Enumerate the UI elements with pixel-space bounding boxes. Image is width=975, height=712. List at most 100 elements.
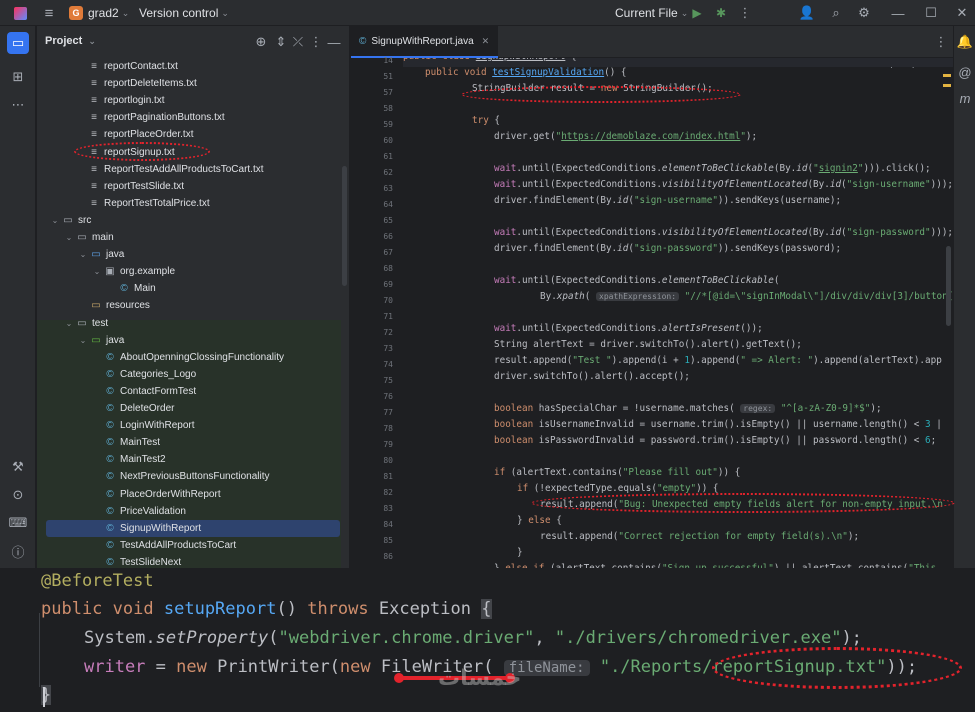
tree-item[interactable]: © PlaceOrderWithReport (91, 486, 220, 503)
chevron-down-icon: ⌄ (88, 36, 96, 46)
exception-type: Exception (378, 599, 471, 619)
editor-tab[interactable]: © SignupWithReport.java ✕ (351, 26, 498, 58)
expand-arrow-icon[interactable]: ⌄ (77, 250, 89, 259)
red-highlight-oval (712, 647, 962, 689)
editor-scrollbar[interactable] (946, 246, 951, 326)
services-tool-icon[interactable]: ⊙ (7, 484, 29, 506)
package-icon: ▣ (105, 266, 115, 278)
collapse-all-icon[interactable]: ⤫ (291, 34, 305, 49)
options-icon[interactable]: ⋮ (310, 34, 323, 49)
intellij-logo-icon[interactable] (12, 0, 28, 26)
maven-icon[interactable]: m (957, 90, 973, 106)
tree-item[interactable]: ≡ reportContact.txt (75, 58, 178, 75)
line-number: 79 (383, 440, 393, 449)
watermark: خمسات (438, 665, 522, 690)
tab-options-icon[interactable]: ⋮ (935, 34, 948, 49)
line-number: 84 (383, 520, 393, 529)
tree-item[interactable]: © NextPreviousButtonsFunctionality (91, 468, 269, 485)
tree-item[interactable]: © LoginWithReport (91, 417, 194, 434)
expand-arrow-icon[interactable]: ⌄ (77, 336, 89, 345)
tree-scrollbar[interactable] (342, 166, 347, 286)
class-icon: © (120, 283, 128, 295)
more-tools-icon[interactable]: ⋯ (7, 94, 29, 116)
tree-item[interactable]: © Main (105, 280, 155, 297)
expand-all-icon[interactable]: ⇕ (274, 34, 288, 49)
tree-item[interactable]: ⌄ ▣ org.example (91, 263, 175, 280)
expand-arrow-icon[interactable]: ⌄ (63, 319, 75, 328)
class-icon: © (106, 351, 114, 363)
folder-icon: ▭ (77, 232, 87, 243)
line-number: 81 (383, 472, 393, 481)
method-signature-line: public void setupReport() throws Excepti… (41, 599, 492, 619)
expand-arrow-icon[interactable]: ⌄ (63, 233, 75, 242)
tree-item[interactable]: ≡ reportPlaceOrder.txt (75, 126, 193, 143)
line-number: 61 (383, 152, 393, 161)
tree-item[interactable]: ≡ ReportTestTotalPrice.txt (75, 195, 210, 212)
close-icon[interactable]: ✕ (955, 0, 969, 26)
tree-item[interactable]: © TestSlideNext (91, 554, 181, 568)
settings-gear-icon[interactable]: ⚙ (856, 0, 872, 26)
resfolder-icon: ▭ (91, 300, 101, 312)
class-icon: © (106, 505, 114, 517)
line-number: 86 (383, 552, 393, 561)
tree-item[interactable]: ≡ ReportTestAddAllProductsToCart.txt (75, 161, 263, 178)
tree-item[interactable]: ⌄ ▭ java (77, 246, 125, 263)
tree-item[interactable]: ≡ reportTestSlide.txt (75, 178, 184, 195)
tree-item-label: reportTestSlide.txt (104, 180, 185, 192)
structure-tool-icon[interactable]: ⊞ (7, 66, 29, 88)
hide-panel-icon[interactable]: — (327, 35, 341, 50)
editor-tab-label: SignupWithReport.java (371, 35, 474, 47)
maximize-icon[interactable]: ☐ (924, 0, 938, 26)
expand-arrow-icon[interactable]: ⌄ (91, 267, 103, 276)
tree-item[interactable]: ⌄ ▭ src (49, 212, 92, 229)
run-icon[interactable]: ▶ (690, 0, 704, 26)
line-number: 64 (383, 200, 393, 209)
more-actions-icon[interactable]: ⋮ (739, 0, 752, 26)
ai-assistant-icon[interactable]: @ (957, 64, 973, 80)
debug-icon[interactable]: ✱ (713, 0, 729, 26)
tree-item[interactable]: © TestAddAllProductsToCart (91, 537, 236, 554)
run-config-selector[interactable]: Current File ⌄ (615, 0, 688, 26)
line-number: 73 (383, 344, 393, 353)
code-line: wait.until(ExpectedConditions.alertIsPre… (494, 323, 763, 334)
project-panel-title[interactable]: Project ⌄ (45, 35, 96, 47)
version-control-menu[interactable]: Version control ⌄ (139, 0, 229, 26)
notifications-icon[interactable]: 🔔 (957, 34, 973, 50)
tree-item[interactable]: © PriceValidation (91, 503, 186, 520)
tree-item[interactable]: ⌄ ▭ main (63, 229, 114, 246)
main-menu-icon[interactable]: ≡ (40, 0, 58, 26)
tree-item[interactable]: ≡ reportPaginationButtons.txt (75, 109, 225, 126)
add-user-icon[interactable]: 👤 (799, 0, 815, 26)
method-params: () (276, 599, 297, 619)
tree-item[interactable]: © DeleteOrder (91, 400, 174, 417)
tree-item[interactable]: ≡ reportDeleteItems.txt (75, 75, 197, 92)
locate-file-icon[interactable]: ⊕ (254, 34, 268, 49)
txt-icon: ≡ (91, 112, 97, 124)
tree-item[interactable]: © SignupWithReport (91, 520, 201, 537)
problems-tool-icon[interactable]: ⓘ (7, 540, 29, 562)
terminal-tool-icon[interactable]: ⌨ (7, 512, 29, 534)
project-selector[interactable]: G grad2 ⌄ (69, 0, 129, 26)
minimize-icon[interactable]: — (891, 0, 905, 26)
search-icon[interactable]: ⌕ (828, 0, 844, 26)
tree-item[interactable]: ≡ reportlogin.txt (75, 92, 165, 109)
red-highlight-oval-stringbuilder (461, 86, 741, 103)
code-area[interactable]: public class SignupWithReport {public vo… (403, 58, 953, 568)
tree-item[interactable]: © ContactFormTest (91, 383, 196, 400)
tree-item[interactable]: ⌄ ▭ java (77, 332, 125, 349)
build-tool-icon[interactable]: ⚒ (7, 456, 29, 478)
tree-item[interactable]: © AboutOpenningClossingFunctionality (91, 349, 284, 366)
code-line: public void testSignupValidation() { (425, 67, 627, 78)
tree-item[interactable]: ▭ resources (77, 297, 150, 314)
keyword-void: void (112, 599, 154, 619)
tree-item[interactable]: © MainTest2 (91, 451, 165, 468)
tree-item-label: PriceValidation (120, 505, 186, 517)
code-line: By.xpath( xpathExpression: "//*[@id=\"si… (540, 291, 953, 302)
project-tool-icon[interactable]: ▭ (7, 32, 29, 54)
tree-item[interactable]: © Categories_Logo (91, 366, 196, 383)
expand-arrow-icon[interactable]: ⌄ (49, 216, 61, 225)
tree-item[interactable]: ⌄ ▭ test (63, 315, 108, 332)
close-tab-icon[interactable]: ✕ (482, 36, 490, 47)
tree-item[interactable]: © MainTest (91, 434, 160, 451)
red-underline-endpoint (394, 673, 404, 683)
